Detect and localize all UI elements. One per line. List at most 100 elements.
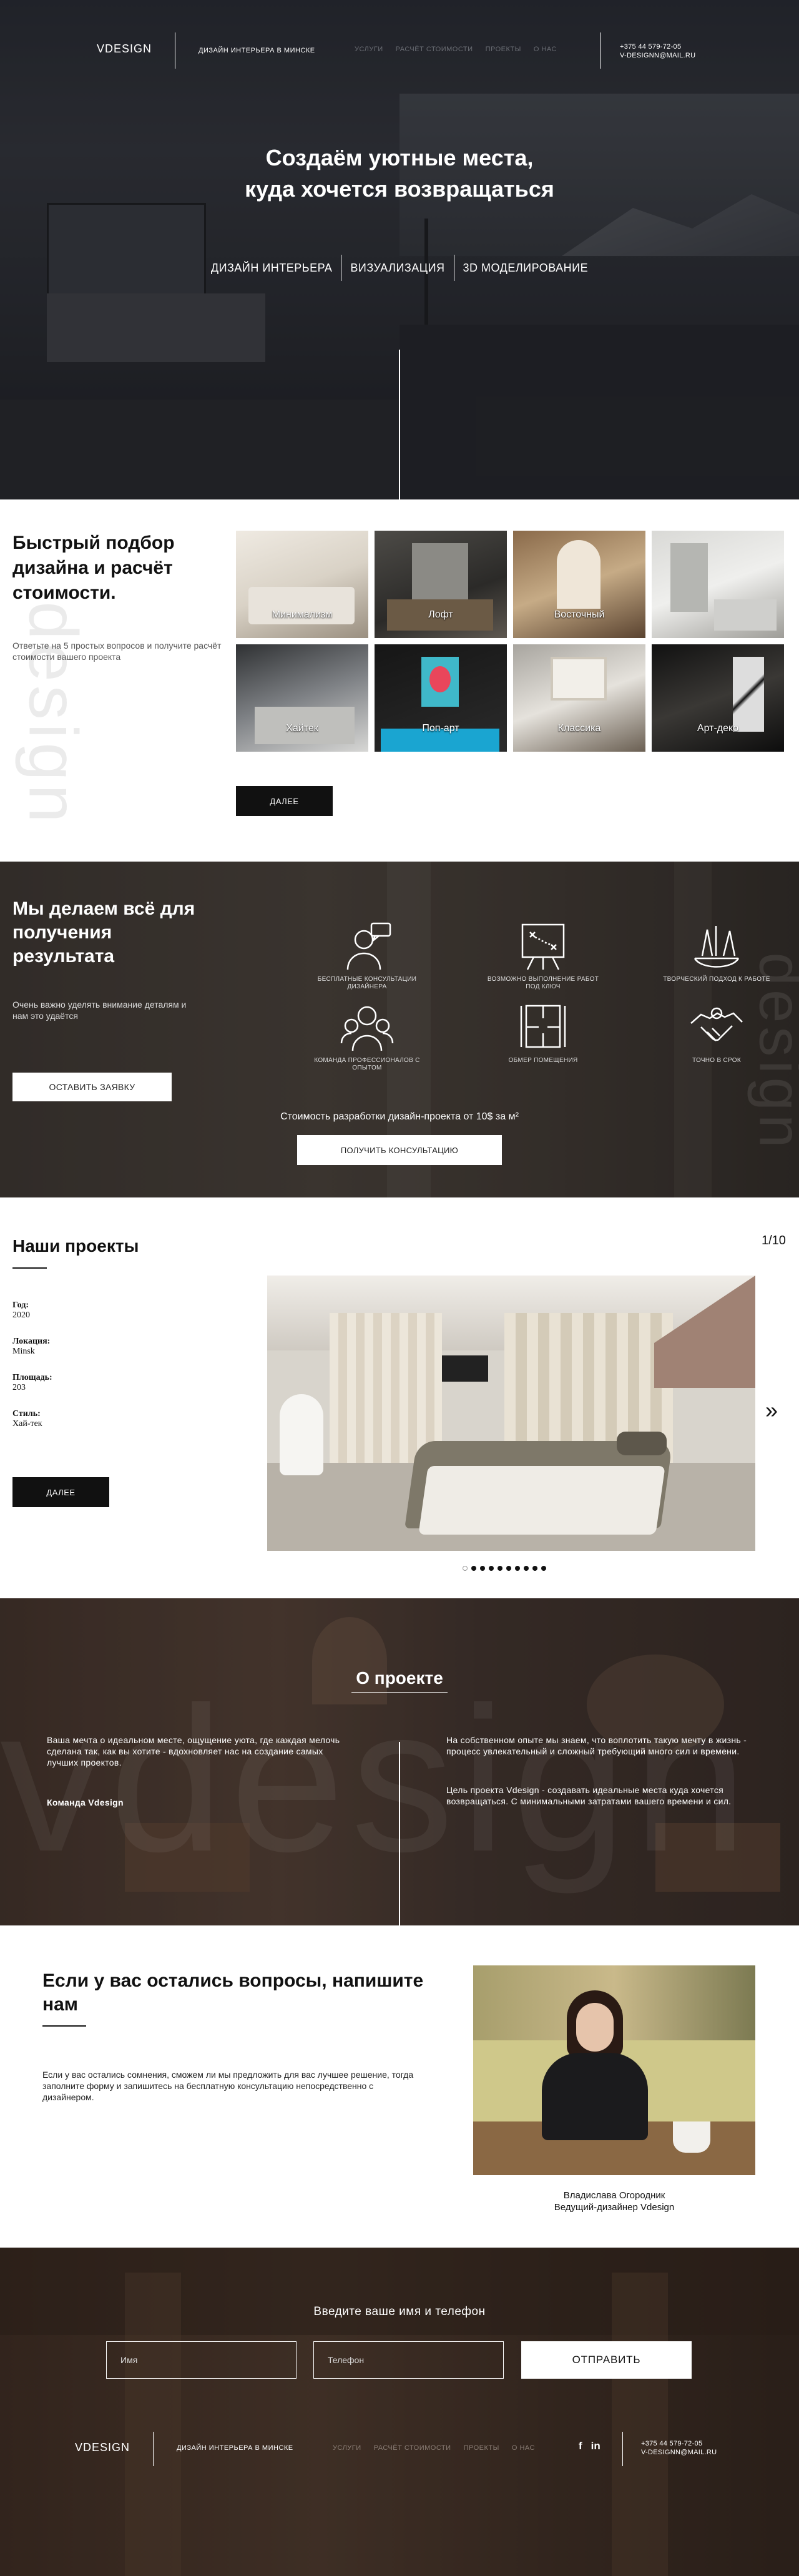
blueprint-board-icon xyxy=(521,923,565,970)
facebook-icon[interactable]: f xyxy=(579,2440,582,2452)
footer-email[interactable]: V-DESIGNN@MAIL.RU xyxy=(641,2448,717,2457)
style-tile-popart[interactable]: Поп-арт xyxy=(375,644,507,752)
footer-nav-services[interactable]: УСЛУГИ xyxy=(333,2444,361,2452)
nav-about[interactable]: О НАС xyxy=(534,46,557,53)
consultation-icon xyxy=(346,922,391,970)
get-consultation-button[interactable]: ПОЛУЧИТЬ КОНСУЛЬТАЦИЮ xyxy=(297,1135,502,1165)
services-title: Мы делаем всё для получения результата xyxy=(12,897,195,968)
feature-creative: ТВОРЧЕСКИЙ ПОДХОД К РАБОТЕ xyxy=(654,921,779,983)
feature-label: БЕСПЛАТНЫЕ КОНСУЛЬТАЦИИ ДИЗАЙНЕРА xyxy=(317,976,417,990)
phone-input[interactable] xyxy=(313,2341,504,2379)
carousel-dot-3[interactable] xyxy=(480,1566,485,1571)
name-input[interactable] xyxy=(106,2341,297,2379)
quiz-next-button[interactable]: ДАЛЕЕ xyxy=(236,786,333,816)
send-button[interactable]: ОТПРАВИТЬ xyxy=(521,2341,692,2379)
carousel-dot-8[interactable] xyxy=(524,1566,529,1571)
questions-title-line1: Если у вас остались вопросы, напишите xyxy=(42,1970,424,1991)
footer-nav-about[interactable]: О НАС xyxy=(512,2444,535,2452)
carousel-dots xyxy=(463,1566,546,1571)
feature-ontime: ТОЧНО В СРОК xyxy=(654,1002,779,1064)
about-section: vdesign О проекте Ваша мечта о идеальном… xyxy=(0,1598,799,1925)
feature-label: ТВОРЧЕСКИЙ ПОДХОД К РАБОТЕ xyxy=(663,976,770,983)
design-watermark: design xyxy=(14,601,92,827)
questions-title: Если у вас остались вопросы, напишите на… xyxy=(42,1969,423,2017)
projects-title: Наши проекты xyxy=(12,1236,139,1256)
carousel-dot-1[interactable] xyxy=(463,1566,468,1571)
style-tile-hitech[interactable]: Хайтек xyxy=(236,644,368,752)
leave-request-button[interactable]: ОСТАВИТЬ ЗАЯВКУ xyxy=(12,1073,172,1101)
quiz-title-line1: Быстрый подбор xyxy=(12,533,175,553)
style-tile-loft[interactable]: Лофт xyxy=(375,531,507,638)
footer-contacts: +375 44 579-72-05 V-DESIGNN@MAIL.RU xyxy=(641,2439,717,2457)
about-right-text2: Цель проекта Vdesign - создавать идеальн… xyxy=(446,1785,732,1806)
handshake-icon xyxy=(690,1007,743,1041)
project-style: Стиль: Хай-тек xyxy=(12,1409,52,1429)
quiz-title: Быстрый подбор дизайна и расчёт стоимост… xyxy=(12,531,175,606)
carousel-dot-4[interactable] xyxy=(489,1566,494,1571)
projects-title-underline xyxy=(12,1267,47,1269)
carousel-dot-9[interactable] xyxy=(532,1566,537,1571)
nav-pricing[interactable]: РАСЧЁТ СТОИМОСТИ xyxy=(396,46,473,53)
project-next-button[interactable]: ДАЛЕЕ xyxy=(12,1477,109,1507)
style-tile-minimalism[interactable]: Минимализм xyxy=(236,531,368,638)
quiz-title-line2: дизайна и расчёт xyxy=(12,558,173,578)
location-label: Локация: xyxy=(12,1337,51,1346)
next-project-arrow[interactable]: » xyxy=(765,1397,778,1423)
header-email[interactable]: V-DESIGNN@MAIL.RU xyxy=(620,51,695,60)
footer-nav-projects[interactable]: ПРОЕКТЫ xyxy=(464,2444,499,2452)
quiz-section: design Быстрый подбор дизайна и расчёт с… xyxy=(0,499,799,862)
hero-vertical-line xyxy=(399,350,400,499)
callback-form-title: Введите ваше имя и телефон xyxy=(313,2305,486,2318)
quiz-subtitle: Ответьте на 5 простых вопросов и получит… xyxy=(12,641,222,662)
style-tile-oriental[interactable]: Восточный xyxy=(513,531,645,638)
services-title-line1: Мы делаем всё для xyxy=(12,898,195,919)
designer-caption: Владислава Огородник Ведущий-дизайнер Vd… xyxy=(473,2190,755,2213)
hero-title-line2: куда хочется возвращаться xyxy=(245,176,554,202)
year-label: Год: xyxy=(12,1300,29,1310)
designer-role: Ведущий-дизайнер Vdesign xyxy=(554,2202,675,2213)
site-header: VDESIGN ДИЗАЙН ИНТЕРЬЕРА В МИНСКЕ УСЛУГИ… xyxy=(0,0,799,100)
style-tile-label: Минимализм xyxy=(272,609,333,620)
carousel-dot-2[interactable] xyxy=(471,1566,476,1571)
header-phone[interactable]: +375 44 579-72-05 xyxy=(620,42,695,51)
style-tile-artdeco[interactable]: Арт-деко xyxy=(652,644,784,752)
style-tile-label: Восточный xyxy=(554,609,605,620)
footer-phone[interactable]: +375 44 579-72-05 xyxy=(641,2439,717,2448)
footer-tagline: ДИЗАЙН ИНТЕРЬЕРА В МИНСКЕ xyxy=(177,2444,293,2452)
header-divider-right xyxy=(600,32,601,69)
questions-section: Если у вас остались вопросы, напишите на… xyxy=(0,1925,799,2248)
projects-section: Наши проекты 1/10 Год: 2020 Локация: Minsk… xyxy=(0,1197,799,1598)
header-tagline: ДИЗАЙН ИНТЕРЬЕРА В МИНСКЕ xyxy=(199,47,315,54)
price-text: Стоимость разработки дизайн-проекта от 1… xyxy=(280,1111,519,1122)
main-nav: УСЛУГИ РАСЧЁТ СТОИМОСТИ ПРОЕКТЫ О НАС xyxy=(355,46,557,53)
feature-label: ВОЗМОЖНО ВЫПОЛНЕНИЕ РАБОТ ПОД КЛЮЧ xyxy=(487,976,599,990)
footer-logo[interactable]: VDESIGN xyxy=(75,2441,130,2454)
vdesign-watermark: vdesign xyxy=(0,1664,754,1894)
team-icon xyxy=(340,1006,394,1051)
projects-counter: 1/10 xyxy=(762,1234,786,1247)
footer-nav: УСЛУГИ РАСЧЁТ СТОИМОСТИ ПРОЕКТЫ О НАС xyxy=(333,2444,535,2452)
hero-tab-interior[interactable]: ДИЗАЙН ИНТЕРЬЕРА xyxy=(202,262,341,275)
hero-title-line1: Создаём уютные места, xyxy=(265,145,534,170)
feature-label: ТОЧНО В СРОК xyxy=(692,1057,741,1064)
about-team-signature: Команда Vdesign xyxy=(47,1797,124,1807)
hero-tab-visualization[interactable]: ВИЗУАЛИЗАЦИЯ xyxy=(341,262,453,275)
style-tile-scandinavian[interactable] xyxy=(652,531,784,638)
carousel-dot-6[interactable] xyxy=(506,1566,511,1571)
carousel-dot-7[interactable] xyxy=(515,1566,520,1571)
carousel-dot-10[interactable] xyxy=(541,1566,546,1571)
project-area: Площадь: 203 xyxy=(12,1373,52,1393)
footer-divider xyxy=(153,2432,154,2466)
footer-nav-pricing[interactable]: РАСЧЁТ СТОИМОСТИ xyxy=(374,2444,451,2452)
logo[interactable]: VDESIGN xyxy=(97,42,152,56)
linkedin-icon[interactable]: in xyxy=(591,2440,600,2452)
style-tile-classic[interactable]: Классика xyxy=(513,644,645,752)
hero-tab-3d[interactable]: 3D МОДЕЛИРОВАНИЕ xyxy=(454,262,597,275)
carousel-dot-5[interactable] xyxy=(498,1566,502,1571)
nav-projects[interactable]: ПРОЕКТЫ xyxy=(486,46,521,53)
services-title-line2: получения xyxy=(12,922,112,943)
area-label: Площадь: xyxy=(12,1373,52,1382)
nav-services[interactable]: УСЛУГИ xyxy=(355,46,383,53)
area-value: 203 xyxy=(12,1383,26,1392)
style-tile-label: Арт-деко xyxy=(697,723,739,734)
